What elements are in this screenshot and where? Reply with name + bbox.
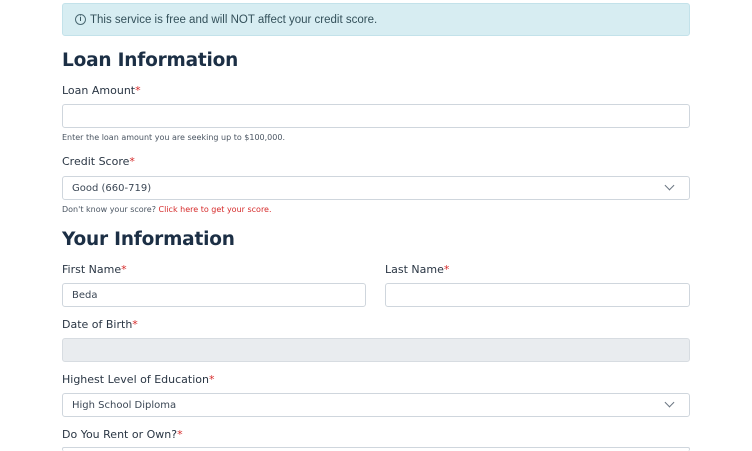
credit-score-help: Don't know your score? Click here to get…	[62, 205, 272, 214]
loan-information-heading: Loan Information	[62, 50, 239, 71]
loan-amount-label: Loan Amount*	[62, 84, 141, 97]
chevron-down-icon	[664, 180, 675, 191]
rent-or-own-select[interactable]	[62, 447, 690, 451]
education-label: Highest Level of Education*	[62, 373, 215, 386]
rent-or-own-label: Do You Rent or Own?*	[62, 428, 183, 441]
first-name-input[interactable]: Beda	[62, 283, 366, 307]
date-of-birth-input[interactable]	[62, 338, 690, 362]
get-score-link[interactable]: Click here to get your score.	[159, 205, 272, 214]
chevron-down-icon	[664, 397, 675, 408]
your-information-heading: Your Information	[62, 229, 235, 250]
credit-score-label: Credit Score*	[62, 155, 135, 168]
credit-score-select[interactable]: Good (660-719)	[62, 176, 690, 200]
loan-amount-help: Enter the loan amount you are seeking up…	[62, 133, 285, 142]
free-service-notice: i This service is free and will NOT affe…	[62, 3, 690, 36]
last-name-input[interactable]	[385, 283, 690, 307]
first-name-label: First Name*	[62, 263, 127, 276]
date-of-birth-label: Date of Birth*	[62, 318, 138, 331]
notice-text: This service is free and will NOT affect…	[90, 13, 378, 26]
education-select[interactable]: High School Diploma	[62, 393, 690, 417]
loan-amount-input[interactable]	[62, 104, 690, 128]
info-icon: i	[75, 14, 86, 25]
last-name-label: Last Name*	[385, 263, 450, 276]
